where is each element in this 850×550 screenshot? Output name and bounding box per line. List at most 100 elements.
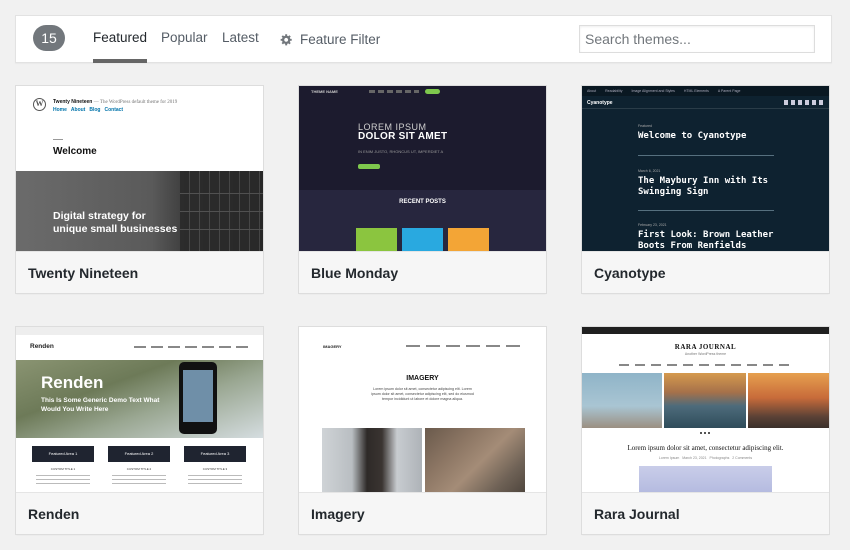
preview-header-button <box>425 89 440 94</box>
theme-count-badge: 15 <box>33 25 65 51</box>
preview-menu-item: Blog <box>89 107 101 113</box>
preview-menu-item: Contact <box>104 107 124 113</box>
preview-nav-item: About <box>587 89 597 93</box>
theme-card-twenty-nineteen[interactable]: W Twenty Nineteen — The WordPress defaul… <box>15 85 264 294</box>
preview-hero-line2: unique small businesses <box>53 223 178 235</box>
preview-nav <box>369 90 419 93</box>
preview-hero-sub: IN ENIM JUSTO, RHONCUS UT, IMPERDIET A <box>358 149 444 154</box>
preview-slide-lake <box>664 373 746 428</box>
feature-filter-label: Feature Filter <box>300 31 381 47</box>
preview-rule <box>638 155 774 156</box>
preview-post3-date: February 23, 2021 <box>638 223 667 227</box>
preview-nav <box>406 345 520 347</box>
preview-text-lines <box>188 475 242 487</box>
theme-screenshot: About Readability Image Alignment and St… <box>582 86 829 251</box>
preview-tagline: — The WordPress default theme for 2019 <box>93 100 178 105</box>
preview-menu: Home About Blog Contact <box>53 107 123 113</box>
preview-top-bar <box>582 327 829 334</box>
preview-body-text: Lorem ipsum dolor sit amet, consectetur … <box>371 387 474 401</box>
preview-feature-box: Featured Area 2 <box>108 446 170 462</box>
preview-hero-button <box>358 164 380 169</box>
theme-card-rara-journal[interactable]: RARA JOURNAL Another WordPress theme Lor… <box>581 326 830 535</box>
preview-breadcrumb-bar <box>16 327 263 335</box>
preview-site-title: Cyanotype <box>587 100 613 106</box>
preview-menu-item: Home <box>53 107 67 113</box>
preview-custom-title: CUSTOM TITLE 3 <box>202 467 228 471</box>
preview-top-nav: About Readability Image Alignment and St… <box>582 86 829 96</box>
theme-name: Renden <box>16 492 263 534</box>
preview-hero-sub: This Is Some Generic Demo Text What Woul… <box>41 397 160 413</box>
tab-popular[interactable]: Popular <box>161 16 208 63</box>
preview-hero-title: Renden <box>41 373 104 392</box>
preview-post2-title: The Maybury Inn with Its Swinging Sign <box>638 176 769 197</box>
preview-feature-box: Featured Area 1 <box>32 446 94 462</box>
theme-card-blue-monday[interactable]: THEME NAME LOREM IPSUM DOLOR SIT AMET IN… <box>298 85 547 294</box>
preview-custom-title: CUSTOM TITLE 2 <box>126 467 152 471</box>
theme-card-imagery[interactable]: IMAGERY IMAGERY Lorem ipsum dolor sit am… <box>298 326 547 535</box>
theme-card-renden[interactable]: Renden Renden This Is Some Generic Demo … <box>15 326 264 535</box>
preview-post-thumb-orange <box>448 228 489 251</box>
preview-post3-title: First Look: Brown Leather Boots From Ren… <box>638 230 774 251</box>
preview-post1-title: Welcome to Cyanotype <box>638 131 747 141</box>
preview-divider <box>53 139 63 140</box>
gear-icon <box>280 34 292 46</box>
preview-custom-title: CUSTOM TITLE 1 <box>50 467 76 471</box>
preview-headline: Lorem ipsum dolor sit amet, consectetur … <box>627 444 784 452</box>
preview-nav-item: HTML Elements <box>683 89 709 93</box>
theme-name: Imagery <box>299 492 546 534</box>
preview-site-title: RARA JOURNAL <box>674 343 737 351</box>
theme-screenshot: Renden Renden This Is Some Generic Demo … <box>16 327 263 492</box>
theme-name: Cyanotype <box>582 251 829 293</box>
feature-filter-button[interactable]: Feature Filter <box>280 16 380 63</box>
preview-tagline: Another WordPress theme <box>684 352 727 356</box>
preview-featured-image <box>639 466 772 492</box>
preview-calendar-graphic <box>180 171 263 251</box>
preview-feature-label: Featured Area 1 <box>48 451 78 456</box>
preview-couple-photo <box>425 428 525 492</box>
preview-nav-item: Readability <box>605 89 623 93</box>
search-themes-input[interactable] <box>579 25 815 53</box>
preview-text-lines <box>112 475 166 487</box>
tab-latest[interactable]: Latest <box>222 16 259 63</box>
theme-screenshot: W Twenty Nineteen — The WordPress defaul… <box>16 86 263 251</box>
preview-nav-item: A Parent Page <box>717 89 741 93</box>
preview-site-title: Renden <box>30 343 54 350</box>
theme-name: Blue Monday <box>299 251 546 293</box>
theme-name: Rara Journal <box>582 492 829 534</box>
preview-site-title: Twenty Nineteen <box>53 99 93 105</box>
preview-slide-sunset <box>748 373 829 428</box>
preview-nav-item: Image Alignment and Styles <box>631 89 675 93</box>
theme-name: Twenty Nineteen <box>16 251 263 293</box>
theme-screenshot: IMAGERY IMAGERY Lorem ipsum dolor sit am… <box>299 327 546 492</box>
preview-nav <box>619 364 792 366</box>
preview-feature-label: Featured Area 2 <box>124 451 154 456</box>
preview-post1-label: Featured <box>638 124 653 128</box>
preview-hero-line2: DOLOR SIT AMET <box>358 131 448 142</box>
preview-slide-seagull <box>582 373 662 428</box>
theme-card-cyanotype[interactable]: About Readability Image Alignment and St… <box>581 85 830 294</box>
preview-welcome-heading: Welcome <box>53 146 97 157</box>
theme-screenshot: THEME NAME LOREM IPSUM DOLOR SIT AMET IN… <box>299 86 546 251</box>
preview-post2-date: March 6, 2021 <box>638 169 661 173</box>
theme-filter-bar: 15 Featured Popular Latest Feature Filte… <box>15 15 832 63</box>
preview-slider-dots <box>700 432 711 434</box>
preview-feature-box: Featured Area 3 <box>184 446 246 462</box>
preview-post-meta: Lorem Ipsum March 23, 2021 Photographs 2… <box>658 456 753 460</box>
preview-feature-label: Featured Area 3 <box>200 451 230 456</box>
preview-logo: IMAGERY <box>323 344 342 349</box>
preview-portrait-photo <box>322 428 422 492</box>
preview-post-thumb-blue <box>402 228 443 251</box>
theme-screenshot: RARA JOURNAL Another WordPress theme Lor… <box>582 327 829 492</box>
tab-featured[interactable]: Featured <box>93 16 148 63</box>
preview-menu-item: About <box>70 107 86 113</box>
preview-heading: IMAGERY <box>406 375 439 382</box>
preview-post-thumb-green <box>356 228 397 251</box>
preview-hero-line1: Digital strategy for <box>53 210 146 222</box>
preview-text-lines <box>36 475 90 487</box>
preview-logo: THEME NAME <box>311 89 338 94</box>
preview-rule <box>638 210 774 211</box>
preview-recent-posts-heading: RECENT POSTS <box>399 199 446 205</box>
preview-phone-graphic <box>179 362 217 434</box>
wordpress-logo-icon: W <box>33 98 46 111</box>
preview-social-icons <box>784 100 824 105</box>
